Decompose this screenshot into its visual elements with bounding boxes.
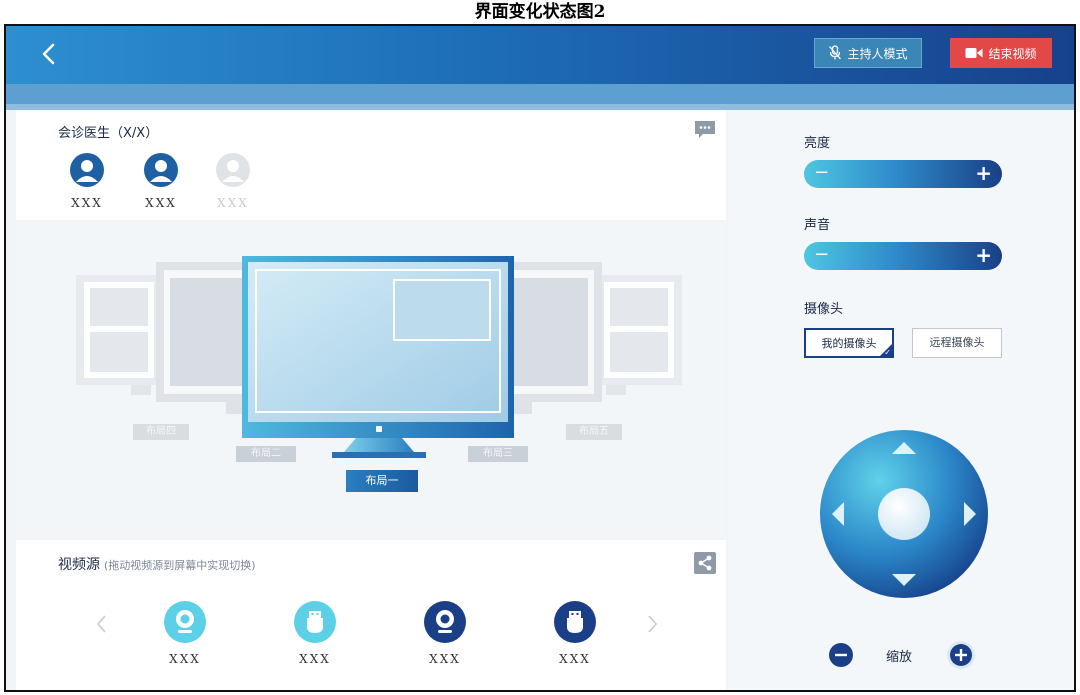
video-source-item[interactable]: XXX	[550, 600, 600, 666]
my-camera-label: 我的摄像头	[821, 337, 877, 350]
layout-screens	[76, 256, 682, 458]
top-bar: 主持人模式 结束视频	[6, 26, 1074, 84]
brightness-increase-button[interactable]: +	[975, 161, 992, 185]
main-content: 会诊医生（X/X） XXX XXX XXX 布局四 布局五 布局二 布局三 布局…	[6, 110, 1074, 690]
mic-off-icon	[829, 45, 842, 60]
zoom-out-icon[interactable]	[828, 642, 854, 668]
doctor-avatar-icon	[216, 153, 250, 187]
zoom-in-icon[interactable]	[946, 640, 976, 670]
doctor-name: XXX	[217, 196, 249, 210]
doctor-item[interactable]: XXX	[62, 152, 112, 210]
video-sources-section: 视频源 (拖动视频源到屏幕中实现切换) XXX XXX XXX XXX	[16, 540, 726, 690]
volume-decrease-button[interactable]: −	[814, 245, 829, 265]
volume-label: 声音	[804, 218, 831, 233]
sources-hint: (拖动视频源到屏幕中实现切换)	[104, 559, 256, 572]
sources-next-arrow[interactable]	[644, 612, 660, 636]
layout-tag-3[interactable]: 布局三	[468, 446, 528, 462]
webcam-icon	[424, 601, 466, 643]
video-source-name: XXX	[559, 652, 591, 666]
volume-slider[interactable]: − +	[804, 242, 1002, 270]
host-mode-label: 主持人模式	[847, 46, 908, 61]
layout-5-monitor[interactable]	[596, 275, 682, 395]
chevron-left-icon	[96, 615, 106, 633]
end-video-button[interactable]: 结束视频	[950, 38, 1052, 68]
chat-icon[interactable]	[694, 120, 716, 140]
layout-carousel: 布局四 布局五 布局二 布局三 布局一	[16, 220, 726, 540]
video-source-name: XXX	[429, 652, 461, 666]
brightness-slider[interactable]: − +	[804, 160, 1002, 188]
left-panel: 会诊医生（X/X） XXX XXX XXX 布局四 布局五 布局二 布局三 布局…	[16, 110, 726, 690]
sources-title: 视频源 (拖动视频源到屏幕中实现切换)	[58, 554, 256, 574]
video-source-item[interactable]: XXX	[420, 600, 470, 666]
remote-camera-button[interactable]: 远程摄像头	[912, 328, 1002, 358]
usb-icon	[294, 601, 336, 643]
host-mode-button[interactable]: 主持人模式	[814, 38, 922, 68]
brightness-label: 亮度	[804, 136, 831, 151]
doctors-section: 会诊医生（X/X） XXX XXX XXX	[16, 110, 726, 220]
layout-tag-2[interactable]: 布局二	[236, 446, 296, 462]
share-icon[interactable]	[694, 552, 716, 574]
sources-prev-arrow[interactable]	[94, 612, 110, 636]
volume-increase-button[interactable]: +	[975, 243, 992, 267]
video-camera-icon	[965, 48, 983, 58]
control-panel: 亮度 − + 声音 − + 摄像头 我的摄像头 ✓ 远程摄像头 缩放	[728, 110, 1074, 690]
end-video-label: 结束视频	[988, 46, 1037, 61]
webcam-icon	[164, 601, 206, 643]
doctor-item[interactable]: XXX	[136, 152, 186, 210]
layout-tag-5[interactable]: 布局五	[566, 424, 622, 440]
remote-camera-label: 远程摄像头	[929, 336, 985, 349]
layout-tag-1-selected[interactable]: 布局一	[346, 470, 418, 492]
zoom-label: 缩放	[886, 650, 913, 665]
chevron-right-icon	[648, 615, 658, 633]
layout-1-monitor[interactable]	[242, 256, 514, 458]
app-window: 主持人模式 结束视频 会诊医生（X/X） XXX XXX XXX 布局四 布局五…	[4, 24, 1076, 692]
toolbar-strip	[6, 84, 1074, 104]
my-camera-button[interactable]: 我的摄像头 ✓	[804, 328, 894, 358]
doctor-avatar-icon	[144, 153, 178, 187]
figure-caption: 界面变化状态图2	[474, 2, 606, 22]
doctors-title: 会诊医生（X/X）	[58, 126, 159, 141]
back-button[interactable]	[34, 38, 66, 70]
layout-4-monitor[interactable]	[76, 275, 162, 395]
sources-title-text: 视频源	[58, 557, 100, 573]
zoom-control: 缩放	[828, 640, 988, 670]
doctor-name: XXX	[71, 196, 103, 210]
layout-tag-4[interactable]: 布局四	[133, 424, 189, 440]
video-source-item[interactable]: XXX	[160, 600, 210, 666]
chevron-left-icon	[42, 43, 55, 65]
video-source-item[interactable]: XXX	[290, 600, 340, 666]
checkmark-icon: ✓	[884, 348, 891, 357]
brightness-decrease-button[interactable]: −	[814, 163, 829, 183]
camera-direction-pad[interactable]	[818, 428, 990, 600]
doctor-avatar-icon	[70, 153, 104, 187]
usb-icon	[554, 601, 596, 643]
camera-label: 摄像头	[804, 302, 844, 317]
dpad-center-button[interactable]	[878, 488, 930, 540]
doctor-item-offline[interactable]: XXX	[208, 152, 258, 210]
video-source-name: XXX	[169, 652, 201, 666]
video-source-name: XXX	[299, 652, 331, 666]
doctor-name: XXX	[145, 196, 177, 210]
